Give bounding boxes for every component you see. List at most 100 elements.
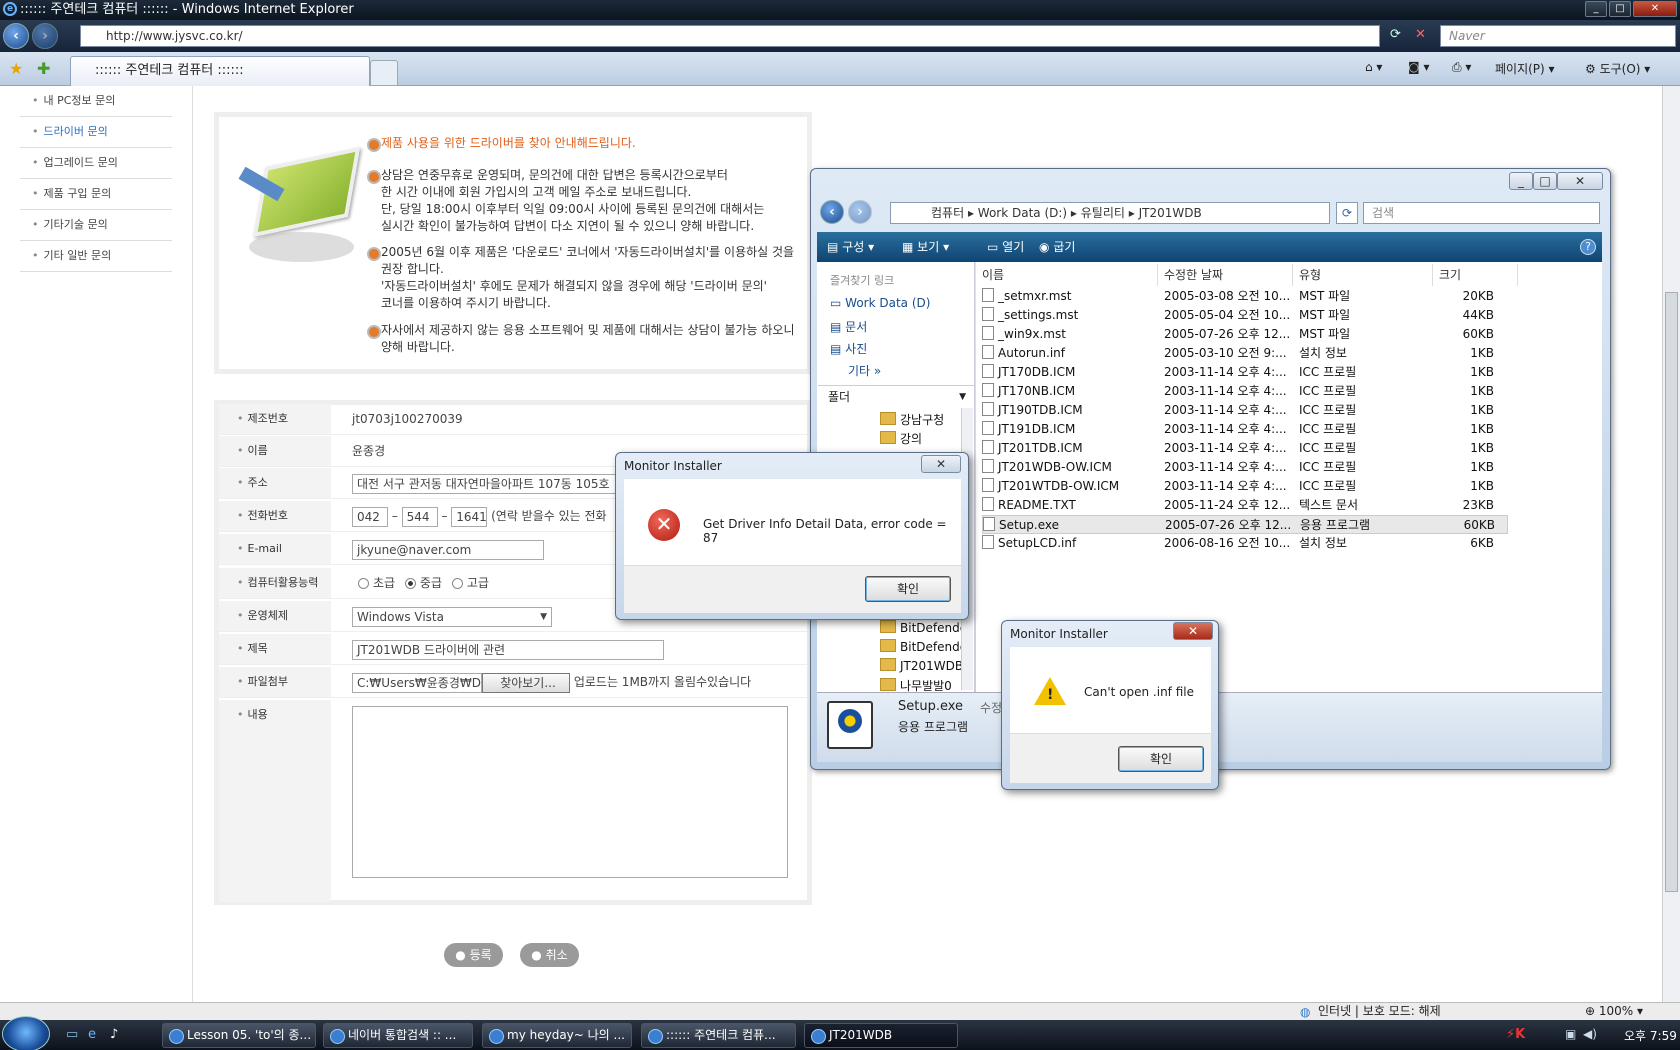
taskbar-item-explorer[interactable]: JT201WDB <box>804 1023 958 1048</box>
breadcrumb-computer[interactable]: 컴퓨터 <box>931 206 964 220</box>
explorer-forward-button[interactable]: › <box>848 200 872 224</box>
minimize-button[interactable]: _ <box>1585 1 1607 17</box>
fav-item-more[interactable]: 기타 » <box>848 362 881 379</box>
view-menu[interactable]: ▦ 보기 ▾ <box>902 232 949 262</box>
file-row[interactable]: JT170NB.ICM 2003-11-14 오후 4:... ICC 프로필 1KB <box>982 382 1508 401</box>
zoom-level[interactable]: ⊕ 100% ▾ <box>1585 1003 1643 1020</box>
close-button[interactable]: ✕ <box>1633 1 1677 17</box>
address-field[interactable]: 대전 서구 관저동 대자연마을아파트 107동 105호 <box>352 473 642 494</box>
sidebar-item-tech[interactable]: 기타기술 문의 <box>20 210 172 241</box>
open-button[interactable]: ▭ 열기 <box>987 232 1024 262</box>
explorer-maximize-button[interactable]: □ <box>1533 172 1557 190</box>
browse-button[interactable]: 찾아보기... <box>482 672 570 693</box>
page-menu[interactable]: 페이지(P) ▾ <box>1495 60 1555 77</box>
back-button[interactable]: ‹ <box>3 23 29 49</box>
col-header-name[interactable]: 이름 <box>976 264 1158 286</box>
file-row[interactable]: JT190TDB.ICM 2003-11-14 오후 4:... ICC 프로필 1K… <box>982 401 1508 420</box>
error-ok-button[interactable]: 확인 <box>865 576 951 602</box>
add-favorites-icon[interactable]: ✚ <box>37 59 50 78</box>
tools-menu[interactable]: ⚙ 도구(O) ▾ <box>1585 60 1650 77</box>
explorer-refresh-icon[interactable]: ⟳ <box>1336 202 1358 224</box>
folders-header[interactable]: 폴더 ▼ <box>818 385 974 407</box>
refresh-icon[interactable]: ⟳ <box>1390 27 1401 42</box>
stop-icon[interactable]: ✕ <box>1415 27 1426 42</box>
breadcrumb-jt201wdb[interactable]: JT201WDB <box>1139 206 1202 220</box>
file-row[interactable]: Setup.exe 2005-07-26 오후 12... 응용 프로그램 60KB <box>982 515 1508 534</box>
subject-field[interactable]: JT201WDB 드라이버에 관련 <box>352 639 664 660</box>
forward-button[interactable]: › <box>32 23 58 49</box>
phone-field-2[interactable]: 544 <box>401 506 438 527</box>
page-scrollbar[interactable] <box>1662 86 1680 1002</box>
feeds-icon[interactable]: ◙ ▾ <box>1408 60 1429 74</box>
tray-network-icon[interactable]: ▣ <box>1565 1027 1576 1041</box>
search-input[interactable]: Naver <box>1440 25 1676 47</box>
sidebar-item-driver[interactable]: 드라이버 문의 <box>20 117 172 148</box>
sidebar-item-purchase[interactable]: 제품 구입 문의 <box>20 179 172 210</box>
favorites-star-icon[interactable]: ★ <box>9 59 23 78</box>
explorer-minimize-button[interactable]: _ <box>1509 172 1533 190</box>
file-row[interactable]: _win9x.mst 2005-07-26 오후 12... MST 파일 60KB <box>982 325 1508 344</box>
cancel-button[interactable]: ● 취소 <box>520 943 579 967</box>
skill-radio-beginner[interactable] <box>358 578 369 589</box>
file-row[interactable]: JT201WDB-OW.ICM 2003-11-14 오후 4:... ICC 프로… <box>982 458 1508 477</box>
explorer-back-button[interactable]: ‹ <box>820 200 844 224</box>
clock[interactable]: 오후 7:59 <box>1624 1027 1677 1044</box>
sidebar-item-pcinfo[interactable]: 내 PC정보 문의 <box>20 86 172 117</box>
breadcrumb-workdata[interactable]: Work Data (D:) <box>978 206 1067 220</box>
organize-menu[interactable]: ▤ 구성 ▾ <box>827 232 874 262</box>
warning-dialog-close-button[interactable]: ✕ <box>1173 622 1213 640</box>
file-row[interactable]: _settings.mst 2005-05-04 오전 10... MST 파일 44… <box>982 306 1508 325</box>
warning-ok-button[interactable]: 확인 <box>1118 746 1204 772</box>
taskbar-item-naver[interactable]: 네이버 통합검색 :: ... <box>323 1023 473 1048</box>
folder-item[interactable]: BitDefende <box>880 620 967 635</box>
file-path-field[interactable]: C:₩Users₩윤종경₩De <box>352 672 482 693</box>
submit-button[interactable]: ● 등록 <box>444 943 503 967</box>
file-row[interactable]: _setmxr.mst 2005-03-08 오전 10... MST 파일 20KB <box>982 287 1508 306</box>
phone-field-1[interactable]: 042 <box>352 506 388 527</box>
explorer-breadcrumb[interactable]: 컴퓨터 ▸ Work Data (D:) ▸ 유틸리티 ▸ JT201WDB <box>890 202 1330 224</box>
explorer-close-button[interactable]: ✕ <box>1557 172 1603 190</box>
scroll-thumb[interactable] <box>1665 292 1678 892</box>
folder-item[interactable]: BitDefende <box>880 639 967 654</box>
file-row[interactable]: JT191DB.ICM 2003-11-14 오후 4:... ICC 프로필 1KB <box>982 420 1508 439</box>
explorer-search-input[interactable]: 검색 <box>1363 202 1600 224</box>
tray-volume-icon[interactable]: ◀) <box>1583 1027 1597 1041</box>
breadcrumb-utility[interactable]: 유틸리티 <box>1081 206 1125 220</box>
home-icon[interactable]: ⌂ ▾ <box>1365 60 1382 74</box>
burn-button[interactable]: ◉ 굽기 <box>1039 232 1075 262</box>
file-row[interactable]: JT170DB.ICM 2003-11-14 오후 4:... ICC 프로필 1KB <box>982 363 1508 382</box>
file-row[interactable]: README.TXT 2005-11-24 오후 12... 텍스트 문서 23KB <box>982 496 1508 515</box>
maximize-button[interactable]: □ <box>1609 1 1631 17</box>
email-field[interactable]: jkyune@naver.com <box>352 539 544 560</box>
file-row[interactable]: JT201TDB.ICM 2003-11-14 오후 4:... ICC 프로필 1K… <box>982 439 1508 458</box>
help-icon[interactable]: ? <box>1580 239 1596 255</box>
skill-radio-intermediate[interactable] <box>404 578 416 589</box>
col-header-size[interactable]: 크기 <box>1433 264 1518 286</box>
fav-item-pictures[interactable]: ▤ 사진 <box>830 340 867 357</box>
media-quicklaunch-icon[interactable]: ♪ <box>110 1027 118 1042</box>
fav-item-workdata[interactable]: ▭ Work Data (D) <box>830 296 930 310</box>
sidebar-item-general[interactable]: 기타 일반 문의 <box>20 241 172 272</box>
tray-app-icon[interactable]: ⚡K <box>1506 1027 1525 1042</box>
fav-item-documents[interactable]: ▤ 문서 <box>830 318 867 335</box>
phone-field-3[interactable]: 1641 <box>451 506 488 527</box>
content-textarea[interactable] <box>352 706 788 878</box>
new-tab-button[interactable] <box>370 60 398 86</box>
show-desktop-icon[interactable]: ▭ <box>66 1027 78 1042</box>
tab-jysvc[interactable]: :::::: 주연테크 컴퓨터 :::::: <box>70 56 370 86</box>
sidebar-item-upgrade[interactable]: 업그레이드 문의 <box>20 148 172 179</box>
file-row[interactable]: Autorun.inf 2005-03-10 오전 9:... 설치 정보 1KB <box>982 344 1508 363</box>
file-row[interactable]: SetupLCD.inf 2006-08-16 오전 10... 설치 정보 6KB <box>982 534 1508 553</box>
skill-radio-advanced[interactable] <box>451 578 463 589</box>
os-select[interactable]: Windows Vista ▼ <box>352 606 552 627</box>
taskbar-item-lesson[interactable]: Lesson 05. 'to'의 종... <box>162 1023 316 1048</box>
taskbar-item-jysvc[interactable]: :::::: 주연테크 컴퓨... <box>641 1023 796 1048</box>
error-dialog-close-button[interactable]: ✕ <box>921 455 961 473</box>
folder-item[interactable]: JT201WDB <box>880 658 963 673</box>
taskbar-item-heyday[interactable]: my heyday~ 나의 ... <box>482 1023 632 1048</box>
col-header-type[interactable]: 유형 <box>1293 264 1433 286</box>
address-bar[interactable]: http://www.jysvc.co.kr/ <box>80 25 1380 47</box>
folder-item[interactable]: 강의 <box>880 430 922 447</box>
print-icon[interactable]: ⎙ ▾ <box>1452 60 1471 75</box>
file-row[interactable]: JT201WTDB-OW.ICM 2003-11-14 오후 4:... ICC 프… <box>982 477 1508 496</box>
